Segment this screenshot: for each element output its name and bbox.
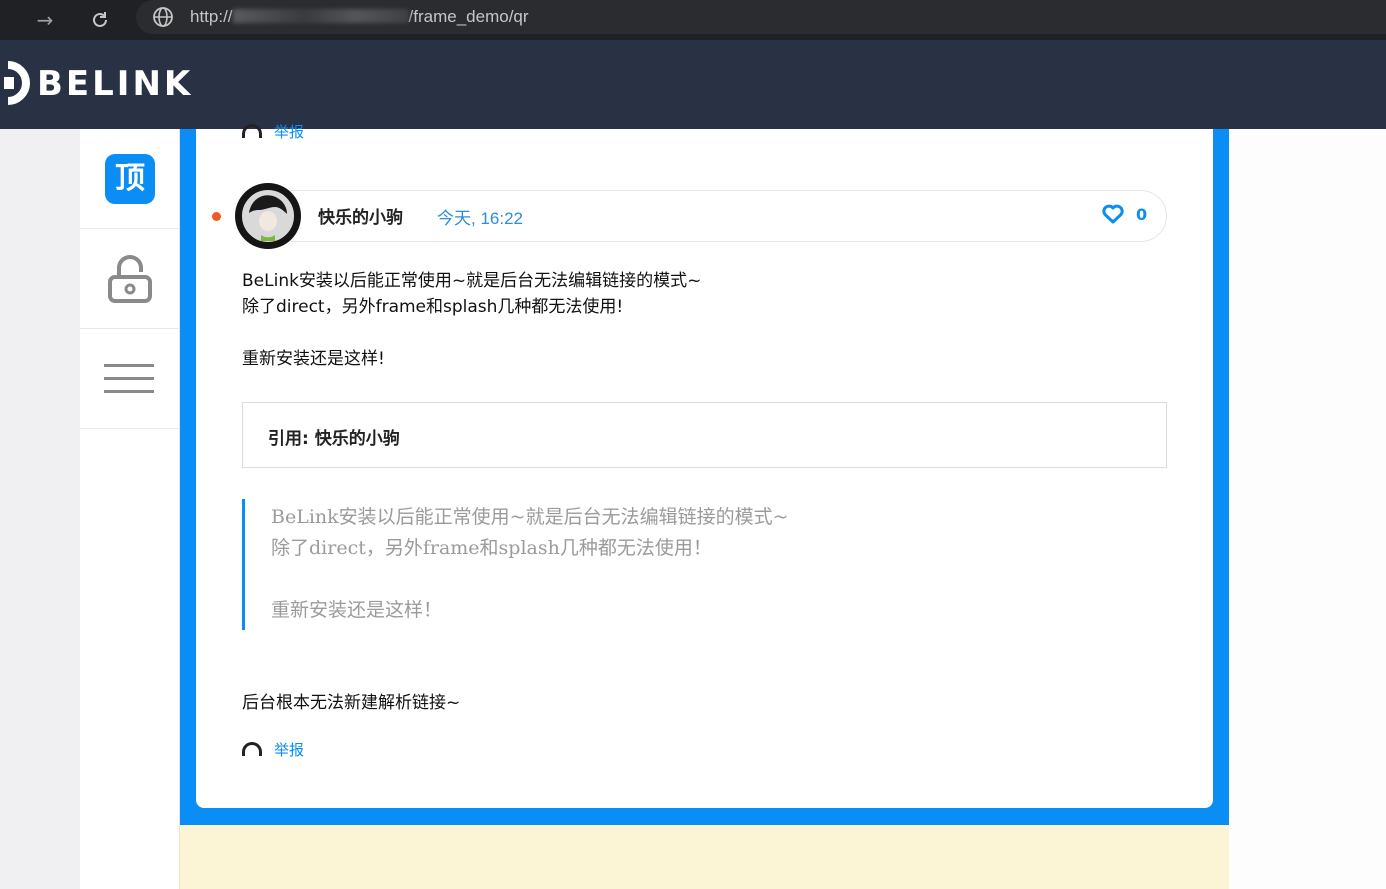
quote-title: 引用: 快乐的小驹	[268, 429, 400, 449]
address-bar[interactable]: http:// /frame_demo/qr	[136, 0, 1386, 34]
menu-icon	[104, 364, 154, 393]
body-line: 重新安装还是这样!	[242, 349, 385, 369]
left-rail: 顶	[80, 129, 180, 889]
loading-arc-icon	[242, 742, 262, 756]
rail-item-menu[interactable]	[80, 329, 180, 429]
top-icon: 顶	[105, 154, 155, 204]
next-section	[180, 825, 1229, 889]
post-tail-text: 后台根本无法新建解析链接~	[242, 693, 461, 713]
site-header: BELINK	[0, 40, 1386, 129]
like-count: 0	[1136, 204, 1148, 224]
post-time[interactable]: 今天, 16:22	[437, 204, 523, 229]
quote-header: 引用: 快乐的小驹	[242, 402, 1167, 468]
prev-report-link[interactable]: 举报	[274, 121, 304, 142]
url-path: /frame_demo/qr	[408, 7, 529, 26]
quote-line: 除了direct，另外frame和splash几种都无法使用！	[271, 537, 712, 559]
belink-logo-icon[interactable]	[0, 61, 30, 105]
rail-item-top[interactable]: 顶	[80, 129, 180, 229]
quote-line: 重新安装还是这样！	[271, 599, 443, 621]
author-name[interactable]: 快乐的小驹	[318, 203, 403, 228]
blockquote: BeLink安装以后能正常使用~就是后台无法编辑链接的模式~ 除了direct，…	[242, 499, 942, 630]
globe-icon	[153, 7, 173, 27]
prev-report-row[interactable]: 举报	[242, 121, 304, 141]
like-button[interactable]: 0	[1102, 204, 1147, 224]
site-logo-text[interactable]: BELINK	[37, 64, 193, 104]
url-text: http:// /frame_demo/qr	[190, 7, 529, 27]
post-body: BeLink安装以后能正常使用~就是后台无法编辑链接的模式~ 除了direct，…	[242, 268, 1162, 372]
quote-line: BeLink安装以后能正常使用~就是后台无法编辑链接的模式~	[271, 506, 789, 528]
avatar[interactable]	[235, 183, 301, 249]
reload-icon	[93, 12, 107, 27]
right-gutter	[1229, 129, 1386, 889]
forward-button[interactable]: →	[29, 4, 61, 36]
url-prefix: http://	[190, 7, 233, 26]
url-redacted	[232, 9, 409, 23]
report-row[interactable]: 举报	[242, 739, 304, 759]
rail-item-lock[interactable]	[80, 229, 180, 329]
browser-toolbar: → http:// /frame_demo/qr	[0, 0, 1386, 40]
lock-icon	[108, 255, 152, 303]
post-card: 举报 快乐的小驹 今天, 16:22 0 BeLink安装以后能正常使用~就是后…	[196, 123, 1213, 808]
report-link[interactable]: 举报	[274, 739, 304, 760]
body-line: 除了direct，另外frame和splash几种都无法使用!	[242, 297, 624, 317]
unread-indicator	[212, 212, 221, 221]
body-line: BeLink安装以后能正常使用~就是后台无法编辑链接的模式~	[242, 271, 702, 291]
heart-icon	[1102, 204, 1124, 224]
reload-button[interactable]	[84, 4, 116, 36]
avatar-image	[238, 186, 298, 246]
loading-arc-icon	[242, 124, 262, 138]
